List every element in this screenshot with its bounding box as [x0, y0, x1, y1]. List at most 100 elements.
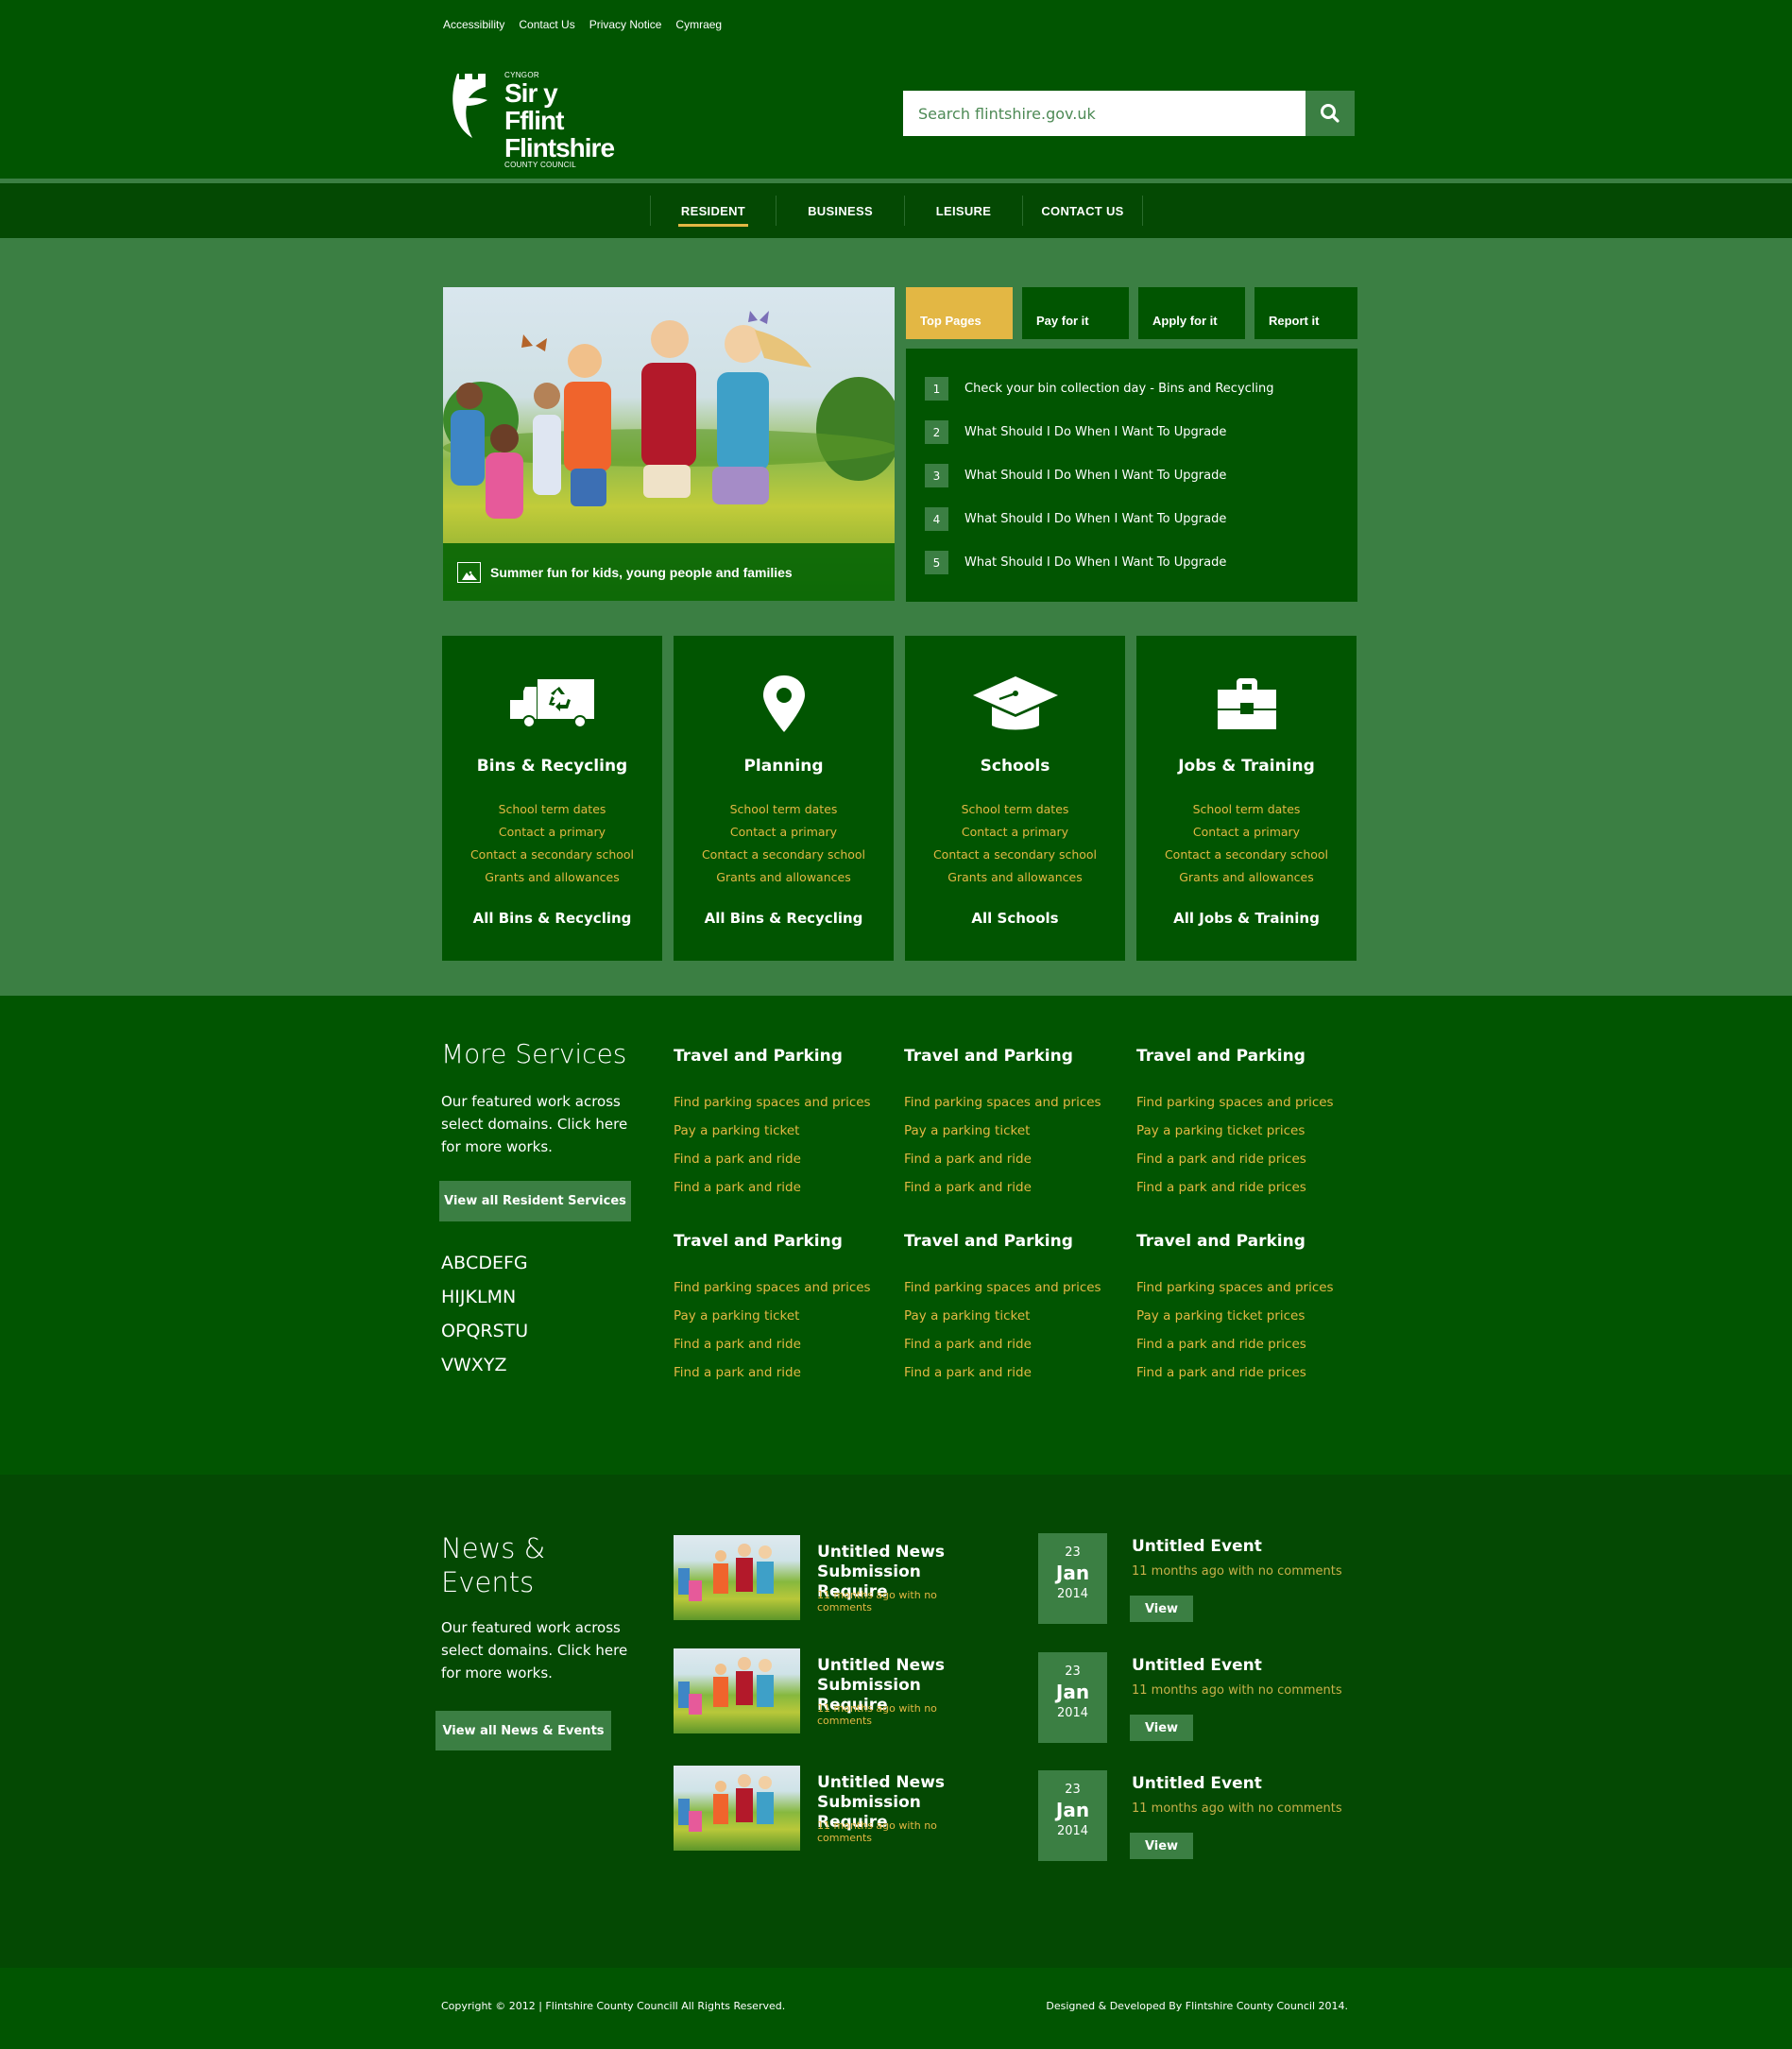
card-link[interactable]: Contact a secondary school [674, 844, 894, 866]
card-link[interactable]: Grants and allowances [905, 866, 1125, 889]
a-z-letter[interactable]: S [493, 1314, 504, 1348]
service-link[interactable]: Find parking spaces and prices [904, 1273, 1121, 1302]
service-link[interactable]: Find parking spaces and prices [1136, 1273, 1354, 1302]
a-z-letter[interactable]: G [514, 1246, 528, 1280]
top-page-item[interactable]: 2 What Should I Do When I Want To Upgrad… [925, 420, 1357, 444]
card-link[interactable]: Contact a primary [442, 821, 662, 844]
card-link[interactable]: Grants and allowances [1136, 866, 1357, 889]
service-link[interactable]: Find a park and ride prices [1136, 1358, 1354, 1387]
card-link[interactable]: Contact a secondary school [1136, 844, 1357, 866]
utility-link-accessibility[interactable]: Accessibility [443, 18, 504, 31]
a-z-letter[interactable]: R [480, 1314, 492, 1348]
view-all-resident-services-button[interactable]: View all Resident Services [439, 1181, 631, 1221]
nav-item-contact-us[interactable]: CONTACT US [1022, 196, 1143, 226]
utility-link-privacy-notice[interactable]: Privacy Notice [589, 18, 662, 31]
a-z-letter[interactable]: P [455, 1314, 466, 1348]
service-link[interactable]: Pay a parking ticket prices [1136, 1302, 1354, 1330]
a-z-letter[interactable]: W [453, 1348, 471, 1382]
service-link[interactable]: Find parking spaces and prices [1136, 1088, 1354, 1117]
card-link[interactable]: Grants and allowances [442, 866, 662, 889]
tab-pay-for-it[interactable]: Pay for it [1022, 287, 1129, 339]
card-link[interactable]: School term dates [1136, 798, 1357, 821]
event-view-button[interactable]: View [1130, 1596, 1193, 1622]
utility-link-cymraeg[interactable]: Cymraeg [675, 18, 722, 31]
service-link[interactable]: Find parking spaces and prices [904, 1088, 1121, 1117]
card-link[interactable]: Contact a primary [905, 821, 1125, 844]
search-input[interactable] [903, 91, 1306, 136]
service-link[interactable]: Pay a parking ticket prices [1136, 1117, 1354, 1145]
a-z-letter[interactable]: M [487, 1280, 503, 1314]
event-item: 23 Jan 2014 Untitled Event 11 months ago… [1038, 1770, 1359, 1861]
service-link[interactable]: Find a park and ride prices [1136, 1145, 1354, 1173]
service-link[interactable]: Find a park and ride prices [1136, 1330, 1354, 1358]
service-link[interactable]: Pay a parking ticket [904, 1117, 1121, 1145]
a-z-letter[interactable]: U [515, 1314, 528, 1348]
a-z-letter[interactable]: C [466, 1246, 478, 1280]
service-link[interactable]: Find parking spaces and prices [674, 1088, 891, 1117]
service-column: Travel and Parking Find parking spaces a… [1136, 1232, 1354, 1387]
card-all-link[interactable]: All Jobs & Training [1136, 910, 1357, 927]
site-logo[interactable]: CYNGOR Sir y Fflint Flintshire COUNTY CO… [444, 72, 619, 169]
a-z-letter[interactable]: D [478, 1246, 492, 1280]
service-link[interactable]: Find a park and ride [674, 1145, 891, 1173]
service-link[interactable]: Find a park and ride [904, 1330, 1121, 1358]
a-z-letter[interactable]: Q [466, 1314, 480, 1348]
service-link[interactable]: Pay a parking ticket [674, 1302, 891, 1330]
service-link[interactable]: Find parking spaces and prices [674, 1273, 891, 1302]
a-z-letter[interactable]: V [441, 1348, 453, 1382]
tab-apply-for-it[interactable]: Apply for it [1138, 287, 1245, 339]
card-link[interactable]: School term dates [905, 798, 1125, 821]
a-z-letter[interactable]: X [471, 1348, 484, 1382]
event-view-button[interactable]: View [1130, 1833, 1193, 1859]
service-link[interactable]: Find a park and ride [674, 1173, 891, 1202]
a-z-letter[interactable]: Y [484, 1348, 495, 1382]
top-page-item[interactable]: 4 What Should I Do When I Want To Upgrad… [925, 507, 1357, 531]
card-link[interactable]: School term dates [674, 798, 894, 821]
event-day: 23 [1065, 1783, 1081, 1797]
a-z-letter[interactable]: Z [494, 1348, 506, 1382]
top-page-item[interactable]: 5 What Should I Do When I Want To Upgrad… [925, 551, 1357, 574]
card-link[interactable]: Contact a primary [1136, 821, 1357, 844]
a-z-letter[interactable]: H [441, 1280, 454, 1314]
a-z-letter[interactable]: N [503, 1280, 516, 1314]
news-item[interactable]: Untitled News Submission Require 11 mont… [674, 1766, 995, 1853]
a-z-letter[interactable]: E [492, 1246, 503, 1280]
card-link[interactable]: Contact a secondary school [905, 844, 1125, 866]
tab-report-it[interactable]: Report it [1254, 287, 1357, 339]
a-z-letter[interactable]: A [441, 1246, 453, 1280]
service-link[interactable]: Pay a parking ticket [674, 1117, 891, 1145]
a-z-letter[interactable]: F [503, 1246, 514, 1280]
service-link[interactable]: Find a park and ride [674, 1358, 891, 1387]
a-z-letter[interactable]: L [477, 1280, 487, 1314]
event-view-button[interactable]: View [1130, 1715, 1193, 1741]
card-all-link[interactable]: All Bins & Recycling [674, 910, 894, 927]
utility-link-contact-us[interactable]: Contact Us [519, 18, 574, 31]
service-link[interactable]: Find a park and ride [904, 1145, 1121, 1173]
nav-item-business[interactable]: BUSINESS [776, 196, 904, 226]
service-link[interactable]: Find a park and ride [674, 1330, 891, 1358]
a-z-letter[interactable]: K [466, 1280, 477, 1314]
a-z-letter[interactable]: T [504, 1314, 516, 1348]
top-page-item[interactable]: 3 What Should I Do When I Want To Upgrad… [925, 464, 1357, 487]
view-all-news-events-button[interactable]: View all News & Events [435, 1711, 611, 1750]
nav-item-leisure[interactable]: LEISURE [904, 196, 1022, 226]
card-all-link[interactable]: All Schools [905, 910, 1125, 927]
service-link[interactable]: Pay a parking ticket [904, 1302, 1121, 1330]
tab-top-pages[interactable]: Top Pages [906, 287, 1013, 339]
service-link[interactable]: Find a park and ride [904, 1358, 1121, 1387]
top-page-item[interactable]: 1 Check your bin collection day - Bins a… [925, 377, 1357, 401]
card-link[interactable]: Contact a secondary school [442, 844, 662, 866]
news-item[interactable]: Untitled News Submission Require 11 mont… [674, 1535, 995, 1622]
card-all-link[interactable]: All Bins & Recycling [442, 910, 662, 927]
hero-banner[interactable]: Summer fun for kids, young people and fa… [443, 287, 895, 601]
card-link[interactable]: Grants and allowances [674, 866, 894, 889]
card-link[interactable]: School term dates [442, 798, 662, 821]
card-link[interactable]: Contact a primary [674, 821, 894, 844]
a-z-letter[interactable]: O [441, 1314, 455, 1348]
service-link[interactable]: Find a park and ride [904, 1173, 1121, 1202]
nav-item-resident[interactable]: RESIDENT [650, 196, 776, 227]
news-item[interactable]: Untitled News Submission Require 11 mont… [674, 1648, 995, 1735]
service-link[interactable]: Find a park and ride prices [1136, 1173, 1354, 1202]
search-button[interactable] [1306, 91, 1355, 136]
a-z-letter[interactable]: B [453, 1246, 466, 1280]
